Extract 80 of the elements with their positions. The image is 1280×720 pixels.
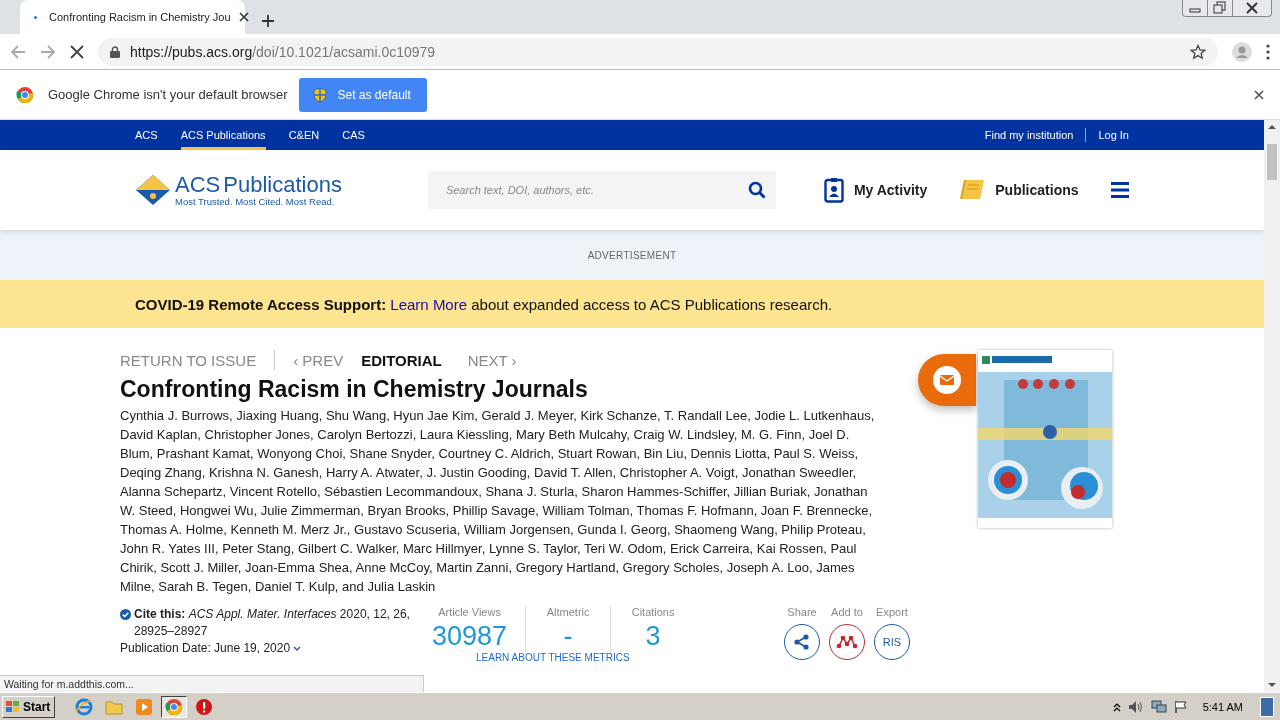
author-list: Cynthia J. Burrows, Jiaxing Huang, Shu Wang, Hyun Jae Kim, Gerald J. Meyer, Kirk Schanze, T. Randall Lee, Jodie L. Lutkenhaus, David Kaplan, Christopher Jones, Carolyn Bertozzi, Laura Kiessling, Mary Beth Mulcahy, Craig W. Lindsley, M. G. Finn, Joel D. Blum, Prashant Kamat, Wonyong Choi, Shane Snyder, Courtney C. Aldrich, Stuart Rowan, Bin Liu, Dennis Liotta, Paul S. Weiss, Deqing Zhang, Krishna N. Ganesh, Harry A. Atwater, J. Justin Gooding, David T. Allen, Christopher A. Voigt, Jonathan Sweedler, Alanna Schepartz, Vincent Rotello, Sébastien Lecommandoux, Shana J. Sturla, Sharon Hammes-Schiffer, Jillian Buriak, Jonathan W. Steed, Hongwei Wu, Julie Zimmerman, Bryan Brooks, Phillip Savage, William Tolman, Thomas F. Hofmann, Joan F. Brennecke, Thomas A. Holme, Kenneth M. Merz Jr., Gustavo Scuseria, William Jorgensen, Gunda I. Georg, Shaomeng Wang, Philip Proteau, John R. Yates III, Peter Stang, Gilbert C. Walker, Marc Hillmyer, Lynne S. Taylor, Teri W. Odom, Erick Carreira, Kai Rossen, Paul Chirik, Scott J. Miller, Joan-Emma Shea, Anne McCoy, Martin Zanni, Gregory Hartland, Gregory Scholes, Joseph A. Loo, James Milne, Sarah B. Tegen, Daniel T. Kulp, and Julia Laskin <box>120 406 885 596</box>
scroll-thumb[interactable] <box>1267 144 1277 180</box>
action-label: Add to <box>831 606 863 618</box>
banner-text: COVID-19 Remote Access Support: Learn More about expanded access to ACS Publications research. <box>135 295 833 313</box>
url-text: https://pubs.acs.org/doi/10.1021/acsami.0c10979 <box>130 43 437 60</box>
loading-icon <box>34 15 37 19</box>
stop-sign-icon <box>195 697 214 716</box>
dots-network-icon <box>836 634 858 650</box>
network-icon[interactable] <box>1150 699 1167 714</box>
nav-link[interactable]: Find my institution <box>984 120 1074 150</box>
nav-link[interactable]: C&EN <box>288 120 320 150</box>
book-icon <box>959 179 986 201</box>
advertisement-label: ADVERTISEMENT <box>587 249 677 261</box>
tagline: Most Trusted. Most Cited. Most Read. <box>175 195 336 207</box>
close-icon[interactable] <box>238 12 249 22</box>
windows-logo-icon <box>5 699 21 714</box>
article-nav-link[interactable]: NEXT › <box>467 351 517 369</box>
metric-value: 3 <box>645 620 661 653</box>
chevron-down-icon[interactable] <box>293 645 302 652</box>
article-title: Confronting Racism in Chemistry Journals <box>120 376 589 402</box>
new-tab-icon[interactable] <box>261 14 275 28</box>
check-circle-icon <box>120 609 131 620</box>
publication-date: Publication Date: June 19, 2020 <box>120 640 291 657</box>
star-icon[interactable] <box>1190 43 1206 60</box>
metrics-link[interactable]: LEARN ABOUT THESE METRICS <box>476 652 696 663</box>
lock-icon <box>110 45 120 58</box>
close-icon[interactable] <box>1254 89 1264 100</box>
status-text: Waiting for m.addthis.com... <box>0 675 424 692</box>
taskbar-app[interactable] <box>161 695 188 718</box>
scroll-down-icon[interactable] <box>1268 682 1276 688</box>
export-button[interactable]: RIS <box>874 624 910 660</box>
article-type: EDITORIAL <box>361 351 442 369</box>
citation: Cite this: ACS Appl. Mater. Interfaces 2020, 12, 26, 28925–28927 <box>120 606 420 640</box>
menu-icon[interactable] <box>1111 182 1129 198</box>
start-button[interactable]: Start <box>2 695 56 718</box>
show-desktop-button[interactable] <box>1260 696 1274 717</box>
address-bar[interactable]: https://pubs.acs.org/doi/10.1021/acsami.0c10979 <box>98 37 1218 66</box>
email-alert-button[interactable] <box>918 354 976 406</box>
folder-icon <box>105 698 124 715</box>
metric-value: 30987 <box>432 620 508 653</box>
share-button[interactable] <box>784 624 820 660</box>
header-link[interactable]: Publications <box>959 179 1079 201</box>
metric-value: - <box>563 620 573 653</box>
media-player-icon <box>135 697 154 716</box>
article-nav-link[interactable]: ‹ PREV <box>293 351 344 369</box>
set-default-button[interactable]: Set as default <box>299 77 427 112</box>
infobar-message: Google Chrome isn't your default browser <box>48 87 288 102</box>
action-label: Share <box>787 606 817 618</box>
add-to-button[interactable] <box>829 624 865 660</box>
id-badge-icon <box>823 177 844 203</box>
menu-icon[interactable] <box>1266 43 1270 60</box>
tab-title: Confronting Racism in Chemistry Jou <box>49 11 231 23</box>
header-link[interactable]: My Activity <box>823 177 928 203</box>
nav-link[interactable]: ACS <box>135 120 158 150</box>
logo-icon <box>135 174 171 206</box>
learn-more-link[interactable]: Learn More <box>390 295 468 313</box>
browser-e-icon <box>75 697 94 716</box>
chrome-icon <box>165 697 184 716</box>
nav-link[interactable]: ACS Publications <box>180 120 266 150</box>
speaker-icon[interactable] <box>1127 699 1144 714</box>
action-label: Export <box>876 606 908 618</box>
nav-link[interactable]: CAS <box>342 120 365 150</box>
profile-avatar-icon[interactable] <box>1232 41 1252 62</box>
nav-link[interactable]: Log In <box>1098 120 1129 150</box>
flag-icon[interactable] <box>1173 699 1188 714</box>
scrollbar[interactable] <box>1264 120 1280 692</box>
scroll-up-icon[interactable] <box>1268 124 1276 130</box>
metric-label: Article Views <box>438 606 501 618</box>
chrome-icon <box>16 85 34 104</box>
metric-label: Citations <box>631 606 675 618</box>
search-icon[interactable] <box>747 181 766 199</box>
share-icon <box>793 633 811 651</box>
shield-icon <box>313 86 328 103</box>
clock-time: 5:41 AM <box>1202 700 1243 713</box>
metric-label: Altmetric <box>546 606 590 618</box>
article-nav-link[interactable]: RETURN TO ISSUE <box>120 351 257 369</box>
chevron-up-icon[interactable] <box>1112 701 1121 712</box>
logo-text: ACS Publications <box>175 173 342 196</box>
stop-loading-icon[interactable] <box>70 44 84 59</box>
envelope-icon <box>933 366 961 394</box>
